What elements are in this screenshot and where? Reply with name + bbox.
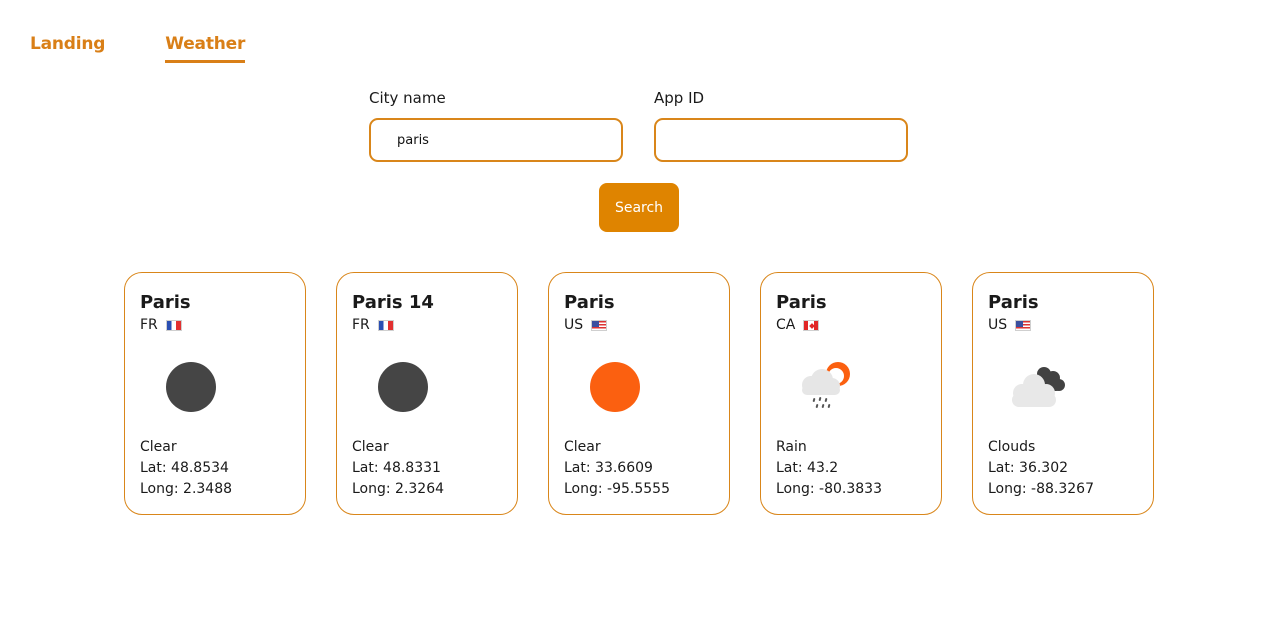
country-row: FR	[352, 315, 517, 335]
condition: Rain	[776, 439, 807, 455]
weather-info: Clear Lat: 48.8534 Long: 2.3488	[140, 437, 232, 500]
results-list: Paris FR Clear Lat: 48.8534 Long: 2.3488…	[124, 272, 1154, 515]
city-name: Paris	[776, 292, 827, 313]
us-flag-icon	[1015, 319, 1032, 331]
country-code: US	[564, 317, 584, 333]
longitude: Long: 2.3488	[140, 481, 233, 497]
country-code: FR	[140, 317, 158, 333]
rain-cloud-sun-icon	[786, 359, 866, 415]
country-code: US	[988, 317, 1008, 333]
city-name: Paris	[988, 292, 1039, 313]
country-code: CA	[776, 317, 796, 333]
latitude: Lat: 48.8534	[140, 460, 229, 476]
moon-icon	[150, 359, 230, 415]
latitude: Lat: 36.302	[988, 460, 1069, 476]
country-row: FR	[140, 315, 305, 335]
country-code: FR	[352, 317, 370, 333]
search-button[interactable]: Search	[599, 183, 679, 232]
condition: Clear	[352, 439, 389, 455]
longitude: Long: -95.5555	[564, 481, 670, 497]
clouds-icon	[998, 359, 1078, 415]
weather-card: Paris 14 FR Clear Lat: 48.8331 Long: 2.3…	[336, 272, 518, 515]
app-id-label: App ID	[654, 89, 705, 107]
city-name: Paris 14	[352, 292, 434, 313]
condition: Clouds	[988, 439, 1036, 455]
nav-link-weather[interactable]: Weather	[165, 34, 245, 63]
ca-flag-icon	[803, 319, 820, 331]
us-flag-icon	[591, 319, 608, 331]
weather-info: Clouds Lat: 36.302 Long: -88.3267	[988, 437, 1094, 500]
city-name: Paris	[140, 292, 191, 313]
weather-card: Paris US Clear Lat: 33.6609 Long: -95.55…	[548, 272, 730, 515]
condition: Clear	[140, 439, 177, 455]
latitude: Lat: 48.8331	[352, 460, 441, 476]
latitude: Lat: 43.2	[776, 460, 839, 476]
country-row: US	[988, 315, 1153, 335]
app-id-input[interactable]	[654, 118, 908, 162]
weather-card: Paris US Clouds Lat: 36.302 Long: -88.32…	[972, 272, 1154, 515]
top-nav: Landing Weather	[30, 34, 245, 63]
weather-card: Paris CA Rain Lat: 43.2 Long: -80.3833	[760, 272, 942, 515]
city-name-input[interactable]	[369, 118, 623, 162]
longitude: Long: -88.3267	[988, 481, 1094, 497]
fr-flag-icon	[377, 319, 394, 331]
city-name: Paris	[564, 292, 615, 313]
latitude: Lat: 33.6609	[564, 460, 653, 476]
weather-info: Clear Lat: 33.6609 Long: -95.5555	[564, 437, 670, 500]
condition: Clear	[564, 439, 601, 455]
sun-icon	[574, 359, 654, 415]
longitude: Long: 2.3264	[352, 481, 445, 497]
nav-link-landing[interactable]: Landing	[30, 34, 105, 63]
country-row: US	[564, 315, 729, 335]
weather-card: Paris FR Clear Lat: 48.8534 Long: 2.3488	[124, 272, 306, 515]
weather-info: Clear Lat: 48.8331 Long: 2.3264	[352, 437, 444, 500]
country-row: CA	[776, 315, 941, 335]
city-name-label: City name	[369, 89, 446, 107]
longitude: Long: -80.3833	[776, 481, 882, 497]
moon-icon	[362, 359, 442, 415]
fr-flag-icon	[165, 319, 182, 331]
weather-info: Rain Lat: 43.2 Long: -80.3833	[776, 437, 882, 500]
